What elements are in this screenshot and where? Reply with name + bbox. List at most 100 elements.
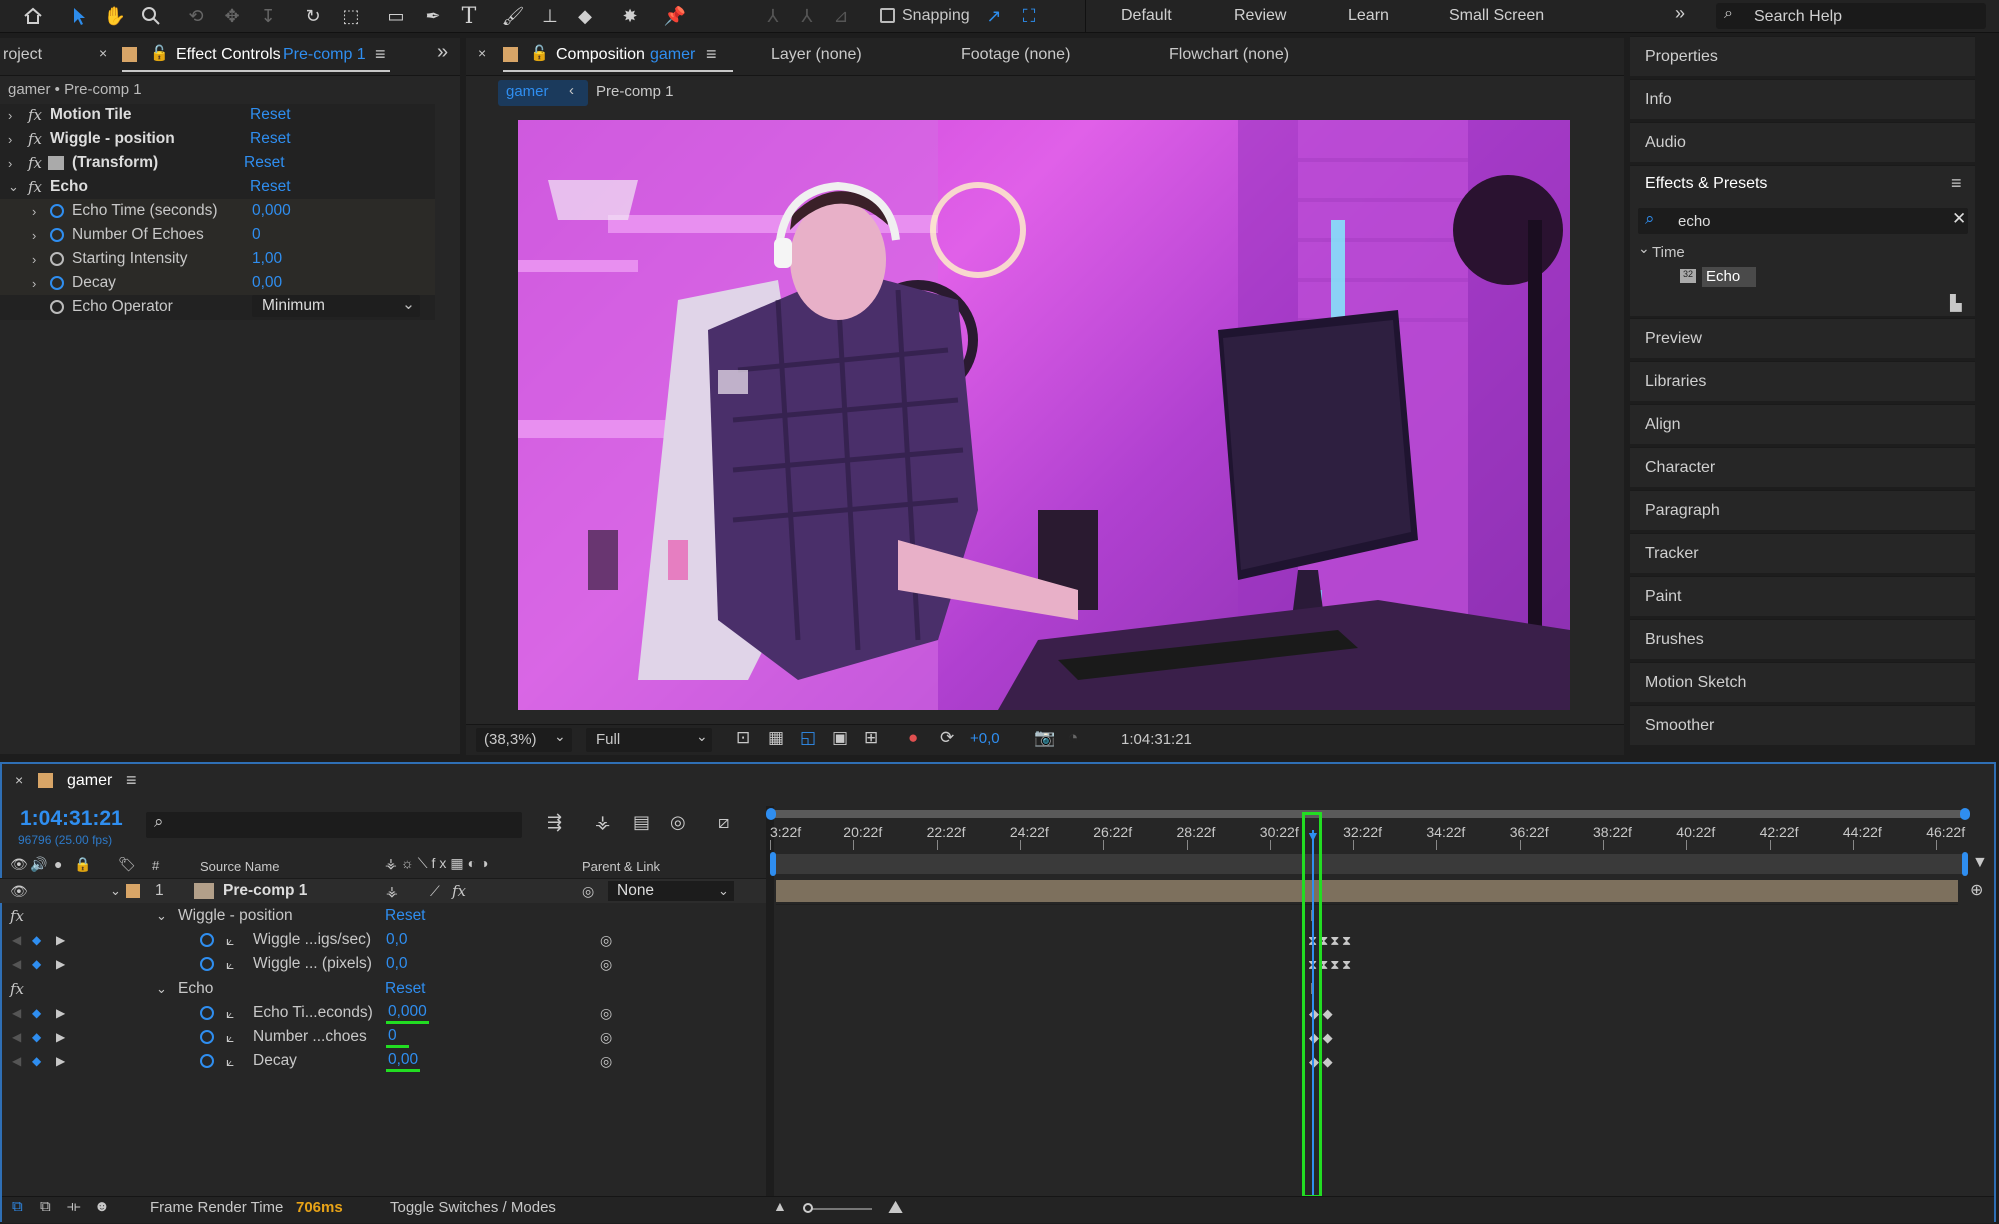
reset-button[interactable]: Reset [244,154,285,172]
panel-menu-icon[interactable]: ≡ [706,44,717,65]
chevron-right-icon[interactable]: › [32,276,46,291]
viewer-timecode[interactable]: 1:04:31:21 [1121,731,1192,748]
timeline-comp-tab[interactable]: gamer [67,772,112,790]
echo-prop-number-of-echoes[interactable]: › Number Of Echoes 0 [32,223,432,247]
tab-composition-name[interactable]: gamer [650,46,695,64]
workspace-default[interactable]: Default [1121,7,1172,25]
pick-whip-icon[interactable]: ◎ [600,1005,612,1022]
playhead-line[interactable] [1312,830,1314,1195]
graph-editor-icon[interactable]: ⧄ [718,812,729,833]
close-icon[interactable]: × [478,45,486,61]
solo-icon[interactable]: ● [54,856,62,872]
stopwatch-icon[interactable] [200,933,214,947]
tab-layer[interactable]: Layer (none) [771,46,862,64]
zoom-out-icon[interactable]: ▲ [773,1198,787,1214]
panel-menu-icon[interactable]: ≡ [1951,173,1962,194]
comment-marker-icon[interactable]: ▼ [1972,854,1988,872]
panel-preview[interactable]: Preview [1630,318,1975,358]
playhead-handle-icon[interactable]: ▼ [1306,828,1320,844]
pick-whip-icon[interactable]: ◎ [600,1053,612,1070]
panel-brushes[interactable]: Brushes [1630,619,1975,659]
panel-motion-sketch[interactable]: Motion Sketch [1630,662,1975,702]
lock-column-icon[interactable]: 🔒 [74,856,91,873]
layer-name[interactable]: Pre-comp 1 [223,882,307,900]
workspace-small-screen[interactable]: Small Screen [1449,7,1544,25]
prop-value[interactable]: 0,0 [386,931,408,949]
visibility-icon[interactable]: 👁 [10,883,28,900]
prev-keyframe-icon[interactable]: ◀ [12,1030,21,1044]
chevron-down-icon[interactable]: ⌄ [156,981,167,997]
guides-icon[interactable]: ⊞ [864,728,878,748]
pick-whip-icon[interactable]: ◎ [600,1029,612,1046]
workspace-learn[interactable]: Learn [1348,7,1389,25]
work-area-bar[interactable] [770,810,1966,818]
rectangle-tool-icon[interactable]: ▭ [383,4,409,28]
panel-audio[interactable]: Audio [1630,122,1975,162]
reset-button[interactable]: Reset [250,130,291,148]
zoom-tool-icon[interactable] [138,4,164,28]
next-keyframe-icon[interactable]: ▶ [56,933,65,947]
wiggle-prop-row[interactable]: ◀ ◆ ▶ ⟀ Wiggle ...igs/sec) 0,0 ◎ [0,928,768,952]
chevron-down-icon[interactable]: ⌄ [110,883,121,899]
pen-tool-icon[interactable]: ✒ [420,4,446,28]
lock-icon[interactable]: 🔓 [150,44,169,62]
stopwatch-icon[interactable] [50,300,64,314]
type-tool-icon[interactable]: T [456,4,482,29]
snapping-checkbox[interactable] [880,8,895,23]
frame-blending-icon[interactable]: ▤ [633,812,650,833]
effect-row-echo[interactable]: ⌄ fx Echo Reset [8,175,438,199]
workspace-review[interactable]: Review [1234,7,1286,25]
lock-icon[interactable]: 🔓 [530,44,549,62]
prop-value[interactable]: 0 [386,1027,409,1048]
chevron-right-icon[interactable]: › [32,204,46,219]
show-snapshot-icon[interactable]: ◔ [1068,728,1078,748]
navigator-end-handle[interactable] [1962,852,1968,876]
add-keyframe-icon[interactable]: ◆ [32,957,41,971]
pan-behind-icon[interactable]: ⬚ [338,4,364,28]
panel-align[interactable]: Align [1630,404,1975,444]
stopwatch-icon[interactable] [200,1054,214,1068]
zoom-slider-thumb[interactable] [803,1203,813,1213]
chevron-right-icon[interactable]: › [32,252,46,267]
audio-icon[interactable]: 🔊 [30,856,47,873]
snapshot-icon[interactable]: 📷 [1034,728,1055,748]
new-preset-icon[interactable]: ▙ [1950,294,1962,312]
chevron-down-icon[interactable]: ⌄ [8,179,22,195]
search-help-field[interactable]: ⌕ Search Help [1716,3,1986,29]
label-icon[interactable]: 🏷 [118,856,136,873]
echo-prop-row[interactable]: ◀ ◆ ▶ ⟀ Echo Ti...econds) 0,000 ◎ [0,1001,768,1025]
clear-search-icon[interactable]: ✕ [1952,209,1966,229]
exposure-value[interactable]: +0,0 [970,730,1000,747]
prop-value[interactable]: 0,0 [386,955,408,973]
work-area-start-handle[interactable] [766,808,776,820]
layer-switches-toggle-icon[interactable]: ⧉ [12,1198,23,1215]
category-time[interactable]: Time [1652,244,1685,261]
wiggle-prop-row[interactable]: ◀ ◆ ▶ ⟀ Wiggle ... (pixels) 0,0 ◎ [0,952,768,976]
dolly-camera-icon[interactable]: ↧ [255,4,281,28]
fx-switch-icon[interactable]: fx [452,882,466,900]
region-of-interest-icon[interactable]: ▣ [832,728,848,748]
fx-icon[interactable]: fx [28,130,42,148]
fast-preview-icon[interactable]: ⊡ [736,728,750,748]
fx-icon[interactable]: fx [10,907,24,925]
transfer-controls-toggle-icon[interactable]: ⧉ [40,1198,51,1215]
col-source-name[interactable]: Source Name [200,859,279,874]
in-out-toggle-icon[interactable]: ⟛ [67,1198,81,1215]
stopwatch-icon[interactable] [200,957,214,971]
work-area-end-handle[interactable] [1960,808,1970,820]
next-keyframe-icon[interactable]: ▶ [56,1030,65,1044]
panel-overflow-icon[interactable]: » [437,41,448,64]
tab-effect-controls-comp[interactable]: Pre-comp 1 [283,46,366,64]
wiggle-group-row[interactable]: fx ⌄ Wiggle - position Reset [0,904,768,928]
current-time[interactable]: 1:04:31:21 [20,807,123,831]
fx-icon[interactable]: fx [10,980,24,998]
transparency-grid-icon[interactable]: ▦ [768,728,784,748]
chevron-right-icon[interactable]: › [8,108,22,123]
composition-preview-image[interactable] [518,120,1570,710]
panel-menu-icon[interactable]: ≡ [375,44,386,65]
echo-prop-operator[interactable]: Echo Operator Minimum ⌄ [32,295,432,319]
reset-button[interactable]: Reset [385,980,426,998]
tab-composition-label[interactable]: Composition [556,46,645,64]
graph-icon[interactable]: ⟀ [226,1005,234,1022]
axis-world-icon[interactable]: ⅄ [794,4,820,28]
